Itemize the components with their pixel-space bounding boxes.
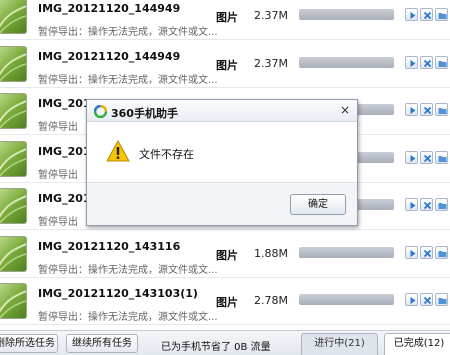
close-icon[interactable] bbox=[420, 198, 433, 211]
task-row[interactable]: IMG_20121120_143103(1) 暂停导出：操作无法完成，源文件或文.… bbox=[0, 278, 450, 325]
file-name: IMG_20121120_143103(1) bbox=[38, 287, 198, 300]
progress-bar bbox=[299, 9, 394, 20]
folder-icon[interactable] bbox=[435, 293, 448, 306]
export-status: 暂停导出 bbox=[38, 169, 78, 181]
close-icon[interactable] bbox=[420, 103, 433, 116]
delete-selected-button[interactable]: 删除所选任务 bbox=[0, 334, 58, 353]
close-icon[interactable] bbox=[420, 8, 433, 21]
file-type: 图片 bbox=[216, 296, 238, 309]
file-size: 2.37M bbox=[254, 9, 288, 22]
file-name: IMG_20121120_144949 bbox=[38, 49, 181, 63]
progress-bar bbox=[299, 294, 394, 305]
file-type: 图片 bbox=[216, 11, 238, 24]
file-thumbnail bbox=[0, 283, 27, 319]
play-icon[interactable] bbox=[405, 55, 418, 69]
close-icon[interactable] bbox=[420, 245, 433, 259]
file-thumbnail bbox=[0, 0, 27, 34]
export-status: 暂停导出：操作无法完成，源文件或文... bbox=[38, 27, 218, 38]
folder-icon[interactable] bbox=[435, 150, 448, 164]
progress-bar bbox=[299, 56, 394, 68]
play-icon[interactable] bbox=[405, 103, 418, 116]
play-icon[interactable] bbox=[405, 293, 418, 306]
folder-icon[interactable] bbox=[435, 55, 448, 69]
file-thumbnail bbox=[0, 140, 27, 177]
dialog-button-area: 确定 bbox=[87, 182, 357, 225]
export-status: 暂停导出 bbox=[38, 217, 78, 228]
file-type: 图片 bbox=[216, 248, 238, 262]
message-dialog: 360手机助手 × 文件不存在 确定 bbox=[86, 99, 358, 226]
traffic-saved-text: 已为手机节省了 0B 流量 bbox=[161, 342, 271, 353]
folder-icon[interactable] bbox=[435, 8, 448, 21]
file-thumbnail bbox=[0, 188, 27, 224]
bottom-toolbar: 删除所选任务 继续所有任务 已为手机节省了 0B 流量 进行中(21) 已完成(… bbox=[0, 330, 450, 355]
close-icon[interactable] bbox=[420, 150, 433, 164]
export-status: 暂停导出 bbox=[38, 122, 78, 133]
continue-all-button[interactable]: 继续所有任务 bbox=[66, 334, 138, 353]
folder-icon[interactable] bbox=[435, 103, 448, 116]
close-icon[interactable]: × bbox=[337, 102, 353, 118]
task-row[interactable]: IMG_20121120_144949 暂停导出：操作无法完成，源文件或文... 图… bbox=[0, 40, 450, 88]
file-size: 2.37M bbox=[254, 56, 288, 70]
dialog-title: 360手机助手 bbox=[111, 107, 178, 120]
play-icon[interactable] bbox=[405, 198, 418, 211]
dialog-title-bar[interactable]: 360手机助手 × bbox=[87, 100, 357, 122]
folder-icon[interactable] bbox=[435, 198, 448, 211]
warning-icon bbox=[106, 139, 130, 165]
play-icon[interactable] bbox=[405, 245, 418, 259]
export-status: 暂停导出：操作无法完成，源文件或文... bbox=[38, 74, 218, 86]
play-icon[interactable] bbox=[405, 150, 418, 164]
tab-in-progress[interactable]: 进行中(21) bbox=[301, 333, 378, 355]
file-thumbnail bbox=[0, 93, 27, 129]
tab-completed[interactable]: 已完成(12) bbox=[384, 333, 450, 355]
file-name: IMG_20121120_143116 bbox=[38, 239, 181, 253]
export-status: 暂停导出：操作无法完成，源文件或文... bbox=[38, 264, 218, 276]
progress-bar bbox=[299, 246, 394, 258]
close-icon[interactable] bbox=[420, 293, 433, 306]
file-size: 2.78M bbox=[254, 294, 288, 307]
task-row[interactable]: IMG_20121120_144949 暂停导出：操作无法完成，源文件或文... 图… bbox=[0, 0, 450, 40]
file-thumbnail bbox=[0, 235, 27, 272]
play-icon[interactable] bbox=[405, 8, 418, 21]
file-size: 1.88M bbox=[254, 246, 288, 260]
export-status: 暂停导出：操作无法完成，源文件或文... bbox=[38, 312, 218, 323]
file-name: IMG_20121120_144949 bbox=[38, 2, 181, 15]
file-thumbnail bbox=[0, 45, 27, 82]
dialog-message: 文件不存在 bbox=[139, 148, 194, 161]
app-logo-icon bbox=[93, 104, 108, 121]
close-icon[interactable] bbox=[420, 55, 433, 69]
task-row[interactable]: IMG_20121120_143116 暂停导出：操作无法完成，源文件或文... 图… bbox=[0, 230, 450, 278]
ok-button[interactable]: 确定 bbox=[290, 194, 346, 215]
file-type: 图片 bbox=[216, 58, 238, 72]
folder-icon[interactable] bbox=[435, 245, 448, 259]
